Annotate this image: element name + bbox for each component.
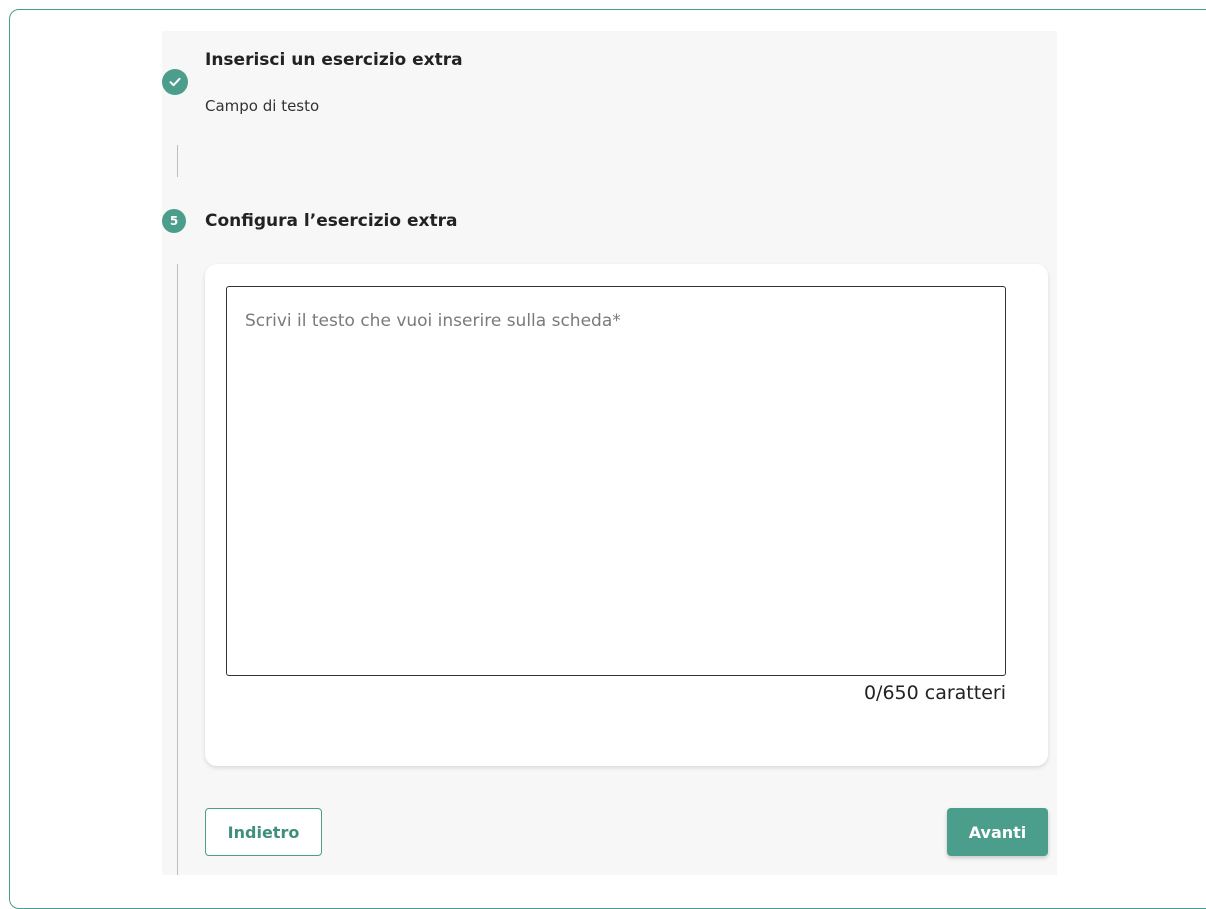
next-button[interactable]: Avanti bbox=[947, 808, 1048, 856]
step-completed-check-icon bbox=[162, 69, 188, 95]
step-title-configure-extra: Configura l’esercizio extra bbox=[205, 211, 458, 231]
step-number: 5 bbox=[169, 214, 179, 228]
step-connector-line bbox=[177, 145, 178, 177]
check-icon bbox=[169, 77, 181, 87]
character-counter: 0/650 caratteri bbox=[863, 682, 1006, 704]
step-title-insert-extra: Inserisci un esercizio extra bbox=[205, 50, 463, 70]
back-button[interactable]: Indietro bbox=[205, 808, 322, 856]
step-number-badge: 5 bbox=[162, 209, 186, 233]
step-content-line bbox=[177, 264, 178, 875]
step-subtitle-text-field: Campo di testo bbox=[205, 97, 320, 115]
extra-text-input[interactable] bbox=[226, 286, 1006, 676]
